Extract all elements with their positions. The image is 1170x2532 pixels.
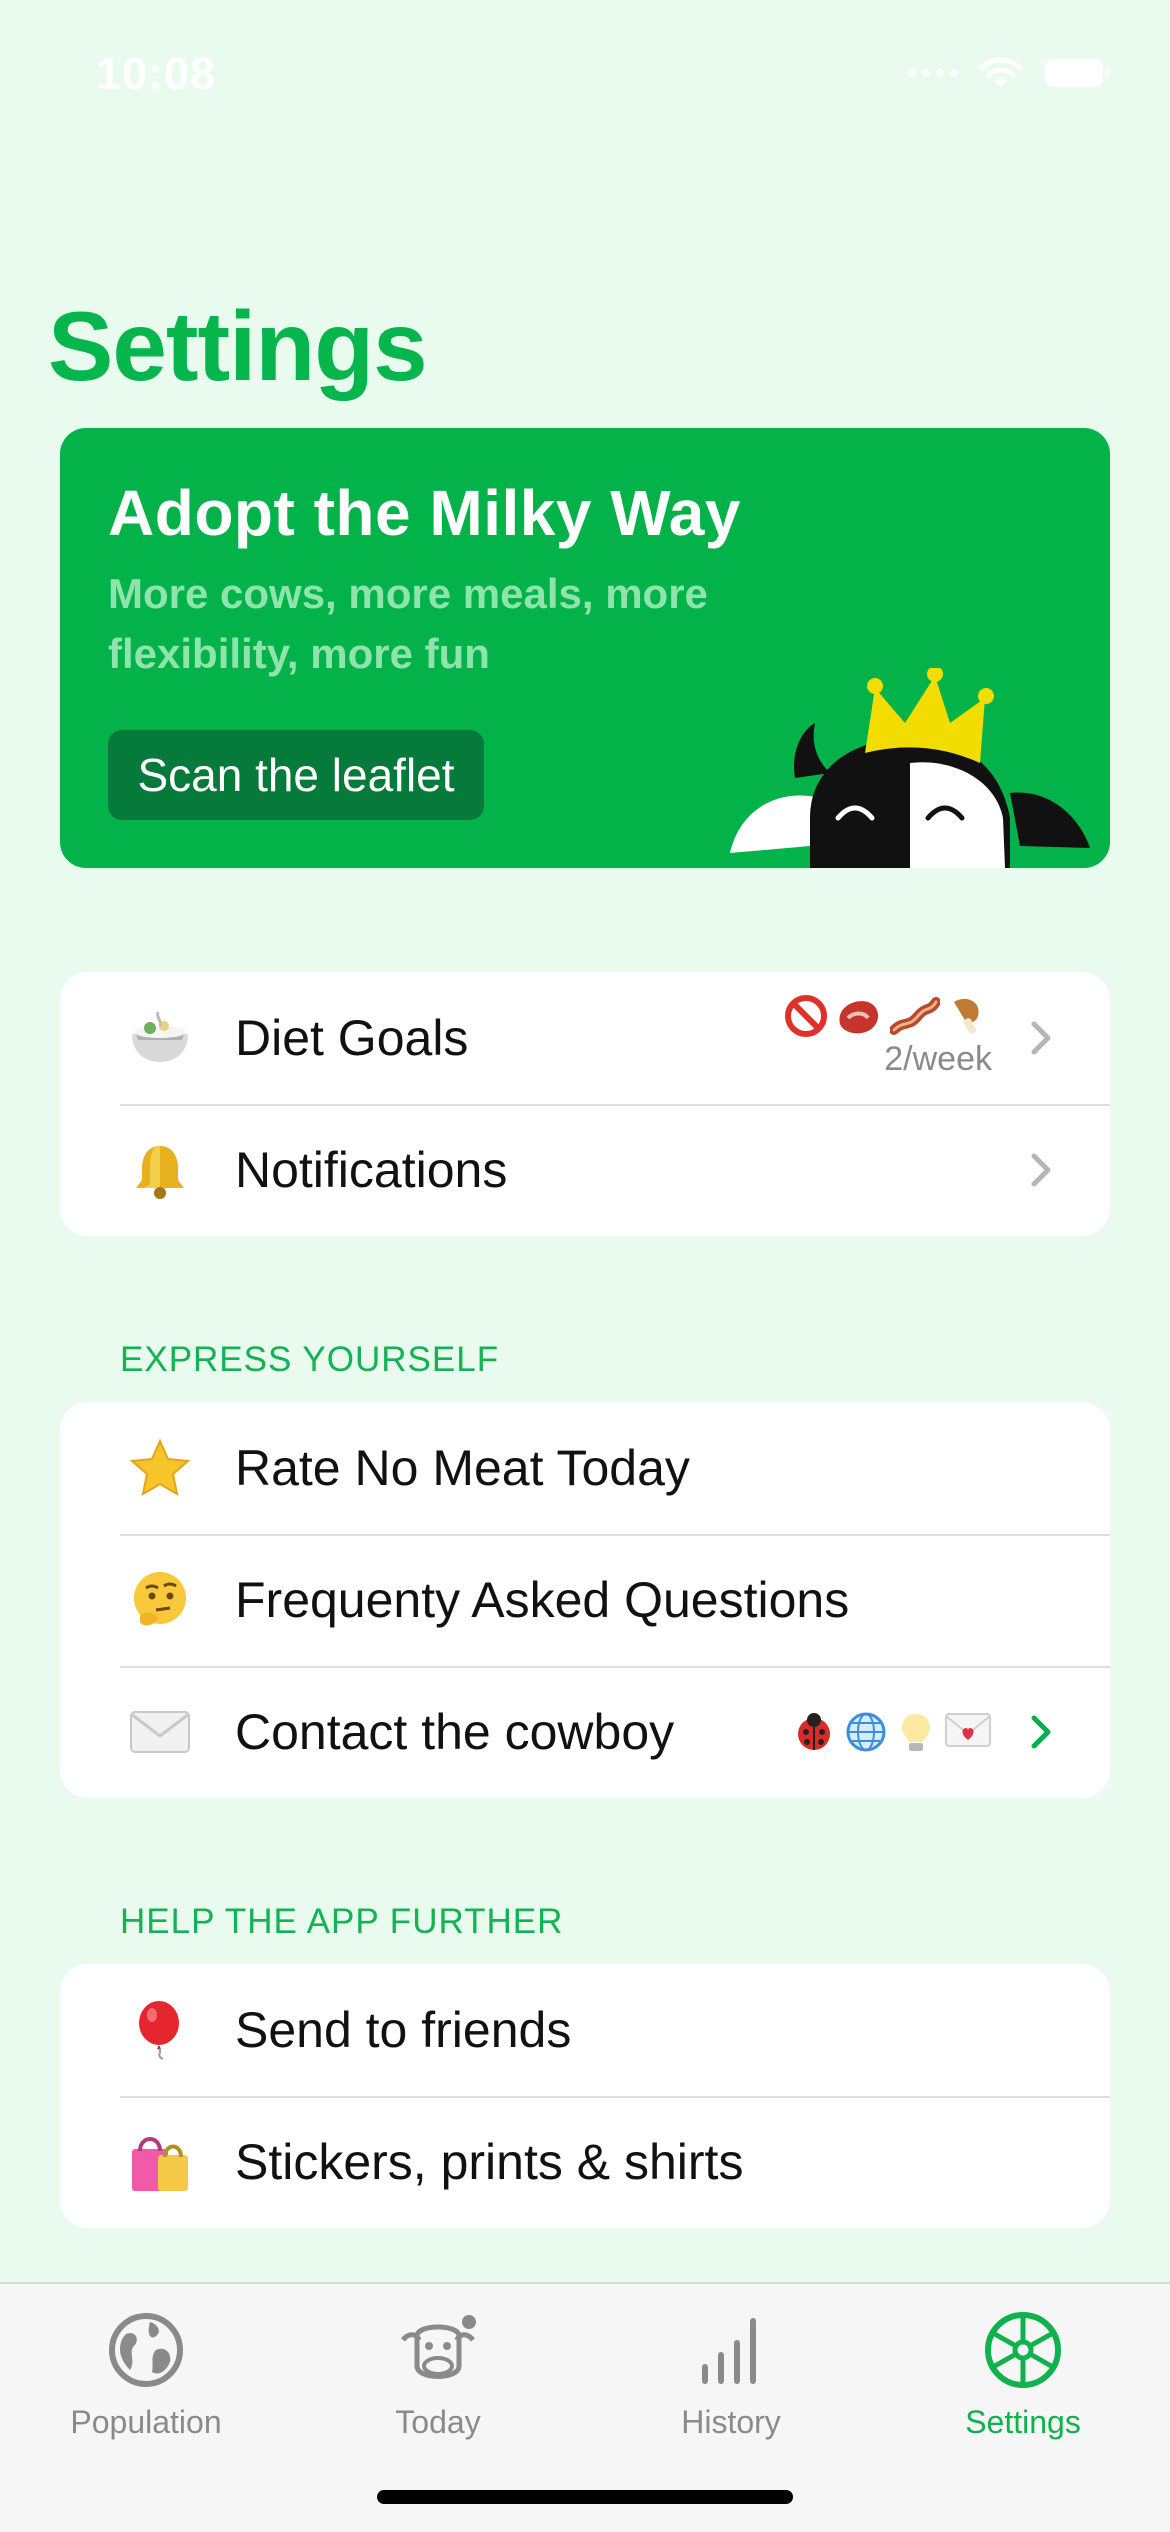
notifications-row[interactable]: Notifications xyxy=(60,1104,1110,1236)
love-letter-icon xyxy=(945,1713,991,1747)
cellular-signal-icon xyxy=(908,69,958,77)
tab-history-label: History xyxy=(681,2404,781,2440)
shopping-bags-icon xyxy=(128,2130,192,2194)
settings-group-help: Send to friends Stickers, prints & shirt… xyxy=(60,1964,1110,2228)
chevron-right-icon xyxy=(1031,1021,1051,1055)
contact-row[interactable]: Contact the cowboy xyxy=(60,1666,1110,1798)
page-title: Settings xyxy=(48,291,428,401)
lightbulb-icon xyxy=(902,1714,930,1751)
chevron-right-icon xyxy=(1031,1153,1051,1187)
diet-goals-frequency: 2/week xyxy=(884,1040,992,1078)
cow-icon xyxy=(292,2300,584,2400)
thinking-face-icon xyxy=(128,1568,192,1632)
status-time: 10:08 xyxy=(96,48,217,99)
tab-today-label: Today xyxy=(395,2404,481,2440)
battery-icon xyxy=(1044,57,1110,89)
tab-population-label: Population xyxy=(70,2404,222,2440)
section-header-help: HELP THE APP FURTHER xyxy=(120,1902,564,1941)
globe-icon xyxy=(0,2300,292,2400)
contact-badges xyxy=(792,1710,992,1754)
diet-goals-detail: 2/week xyxy=(784,994,992,1079)
rate-app-label: Rate No Meat Today xyxy=(235,1440,690,1496)
send-to-friends-row[interactable]: Send to friends xyxy=(60,1964,1110,2096)
settings-group-express: Rate No Meat Today Frequenty Asked Quest… xyxy=(60,1402,1110,1798)
ladybug-icon xyxy=(798,1713,830,1750)
tab-settings-label: Settings xyxy=(965,2404,1081,2440)
faq-row[interactable]: Frequenty Asked Questions xyxy=(60,1534,1110,1666)
merch-label: Stickers, prints & shirts xyxy=(235,2134,744,2190)
globe-icon xyxy=(846,1712,886,1752)
no-entry-icon xyxy=(785,995,827,1037)
diet-goals-label: Diet Goals xyxy=(235,1010,469,1066)
bar-chart-icon xyxy=(585,2300,877,2400)
scan-leaflet-button[interactable]: Scan the leaflet xyxy=(108,730,484,820)
tab-today[interactable]: Today xyxy=(292,2300,584,2441)
promo-title: Adopt the Milky Way xyxy=(108,477,741,549)
meat-icon xyxy=(839,1001,879,1034)
bowl-icon xyxy=(128,1006,192,1070)
merch-row[interactable]: Stickers, prints & shirts xyxy=(60,2096,1110,2228)
envelope-icon xyxy=(128,1700,192,1764)
bacon-icon xyxy=(890,997,940,1035)
tab-history[interactable]: History xyxy=(585,2300,877,2441)
drumstick-icon xyxy=(954,998,979,1034)
home-indicator xyxy=(377,2490,793,2504)
balloon-icon xyxy=(128,1998,192,2062)
bell-icon xyxy=(128,1138,192,1202)
status-bar: 10:08 xyxy=(0,0,1170,150)
notifications-label: Notifications xyxy=(235,1142,508,1198)
status-icons xyxy=(908,56,1110,90)
wheel-icon xyxy=(877,2300,1169,2400)
send-to-friends-label: Send to friends xyxy=(235,2002,572,2058)
promo-subtitle: More cows, more meals, more flexibility,… xyxy=(108,570,708,677)
contact-label: Contact the cowboy xyxy=(235,1704,675,1760)
diet-goals-row[interactable]: Diet Goals 2/week xyxy=(60,972,1110,1104)
tab-population[interactable]: Population xyxy=(0,2300,292,2441)
chevron-right-icon xyxy=(1031,1715,1051,1749)
faq-label: Frequenty Asked Questions xyxy=(235,1572,850,1628)
crowned-cow-illustration xyxy=(730,668,1090,868)
tab-settings[interactable]: Settings xyxy=(877,2300,1169,2441)
star-icon xyxy=(128,1436,192,1500)
settings-group-main: Diet Goals 2/week Notifications xyxy=(60,972,1110,1236)
wifi-icon xyxy=(978,56,1024,90)
promo-banner: Adopt the Milky Way More cows, more meal… xyxy=(60,428,1110,868)
rate-app-row[interactable]: Rate No Meat Today xyxy=(60,1402,1110,1534)
section-header-express: EXPRESS YOURSELF xyxy=(120,1340,500,1379)
